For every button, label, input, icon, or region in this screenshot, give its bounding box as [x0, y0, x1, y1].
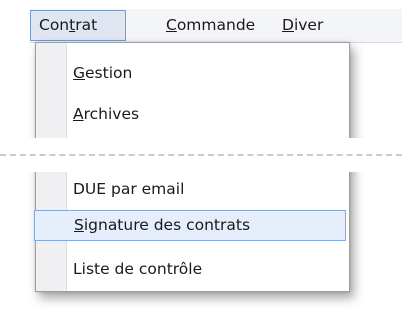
screenshot: Contrat Commande Diver Gestion Archives …: [0, 0, 402, 334]
menu-commande[interactable]: Commande: [158, 10, 263, 41]
dashed-cut-line: [0, 154, 402, 156]
menu-item-signature-des-contrats[interactable]: Signature des contrats: [34, 210, 346, 241]
menu-bar: Contrat Commande Diver: [30, 9, 402, 43]
menu-item-liste-de-controle[interactable]: Liste de contrôle: [69, 254, 346, 285]
menu-item-archives[interactable]: Archives: [69, 99, 346, 130]
menu-divers[interactable]: Diver: [274, 10, 331, 41]
menu-item-due-par-email[interactable]: DUE par email: [69, 174, 346, 205]
torn-edge-divider: [0, 138, 402, 172]
menu-item-gestion[interactable]: Gestion: [69, 58, 346, 89]
menu-contrat[interactable]: Contrat: [30, 10, 126, 41]
